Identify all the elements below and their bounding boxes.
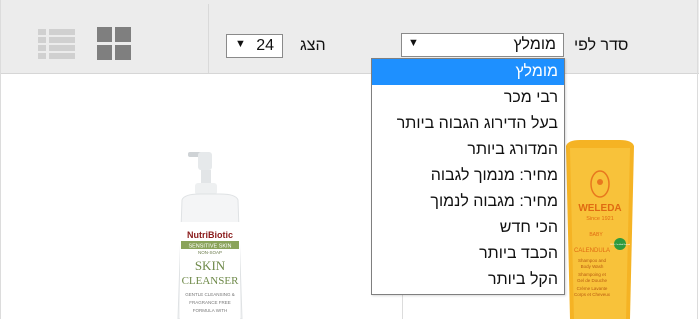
grid-view-icon[interactable] <box>97 27 131 60</box>
product-desc-line2: FRAGRANCE FREE <box>189 300 231 305</box>
sort-option[interactable]: מחיר: מגבוה לנמוך <box>372 189 564 215</box>
sort-option[interactable]: הכבד ביותר <box>372 241 564 267</box>
product-name-line2: CLEANSER <box>182 275 240 287</box>
product-desc-line3: FORMULA WITH <box>193 308 228 313</box>
sort-option[interactable]: מומלץ <box>372 59 564 85</box>
sort-select[interactable]: מומלץ ▼ <box>401 33 564 57</box>
product-brand: WELEDA <box>578 203 621 214</box>
product-desc-line6: Corps et Cheveux <box>574 292 611 297</box>
sort-option[interactable]: מחיר: מנמוך לגבוה <box>372 163 564 189</box>
product-baby-label: BABY <box>589 232 603 238</box>
page-left-border <box>0 0 1 319</box>
per-page-select[interactable]: 24 ▼ <box>226 34 283 58</box>
per-page-value: 24 <box>256 37 274 54</box>
product-desc-line5: Crème Lavante <box>577 286 608 291</box>
page-right-border <box>697 0 698 319</box>
sort-label: סדר לפי <box>574 37 629 54</box>
product-brand: NutriBiotic <box>187 230 233 240</box>
sort-option[interactable]: הכי חדש <box>372 215 564 241</box>
product-image-skin-cleanser[interactable]: NutriBiotic SENSITIVE SKIN NON-SOAP SKIN… <box>170 150 250 319</box>
sort-selected-value: מומלץ <box>513 36 556 53</box>
sort-option[interactable]: בעל הדירוג הגבוה ביותר <box>372 111 564 137</box>
sort-dropdown-list[interactable]: מומלץ רבי מכר בעל הדירוג הגבוה ביותר המד… <box>371 58 565 295</box>
product-certified-badge: 100% Certified Natural <box>610 243 631 246</box>
chevron-down-icon: ▼ <box>235 38 246 50</box>
sort-option[interactable]: רבי מכר <box>372 85 564 111</box>
chevron-down-icon: ▼ <box>408 37 419 49</box>
product-sub-label: SENSITIVE SKIN <box>188 244 231 250</box>
product-since: Since 1921 <box>586 216 614 222</box>
product-desc-line3: Shampoing et <box>578 272 607 277</box>
product-name-line1: SKIN <box>195 258 226 273</box>
product-desc-line1: Shampoo and <box>578 258 607 263</box>
product-name: CALENDULA <box>574 248 610 254</box>
toolbar: 24 ▼ הצג מומלץ ▼ סדר לפי <box>0 0 699 74</box>
sort-option[interactable]: המדורג ביותר <box>372 137 564 163</box>
list-view-icon[interactable] <box>38 29 75 59</box>
show-label: הצג <box>300 37 326 54</box>
toolbar-separator <box>208 4 209 73</box>
product-desc-line1: GENTLE CLEANSING & <box>185 292 235 297</box>
product-image-weleda-calendula[interactable]: WELEDA Since 1921 BABY 100% Certified Na… <box>560 140 640 319</box>
sort-option[interactable]: הקל ביותר <box>372 267 564 293</box>
product-desc-line4: Gel de Douche <box>577 278 608 283</box>
product-small-label: NON-SOAP <box>198 250 222 255</box>
product-desc-line2: Body Wash <box>581 264 604 269</box>
